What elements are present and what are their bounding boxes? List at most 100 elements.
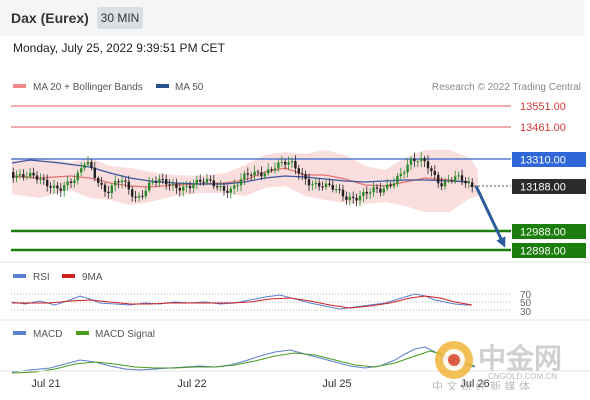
candle-body	[32, 172, 35, 176]
candle-body	[454, 176, 457, 182]
candle-body	[49, 186, 52, 188]
candle-body	[229, 188, 232, 193]
candle-body	[331, 184, 334, 190]
candle-body	[358, 196, 362, 201]
candle-body	[335, 189, 338, 191]
candle-body	[318, 182, 321, 187]
candle-body	[396, 176, 399, 184]
candle-body	[467, 182, 470, 184]
candle-body	[256, 171, 260, 173]
candle-body	[243, 173, 246, 180]
candle-body	[314, 182, 317, 185]
candle-body	[328, 183, 331, 185]
x-tick-jul22: Jul 22	[177, 378, 206, 390]
candle-body	[212, 180, 215, 187]
candle-body	[389, 184, 392, 187]
chart-card: Dax (Eurex) 30 MIN Monday, July 25, 2022…	[0, 0, 590, 400]
candle-body	[273, 168, 277, 171]
candle-body	[375, 187, 379, 189]
candle-body	[304, 174, 307, 180]
candle-body	[307, 179, 311, 186]
candle-body	[114, 181, 117, 186]
candle-body	[151, 181, 154, 183]
candle-body	[199, 179, 202, 182]
candle-body	[131, 189, 134, 197]
candle-body	[267, 169, 270, 174]
watermark-tagline: 中 文 财 经 新 媒 体	[432, 379, 530, 390]
level-label-pivot: 13310.00	[520, 155, 566, 167]
forecast-arrow	[474, 185, 506, 248]
candle-body	[443, 180, 447, 187]
instrument-title: Dax (Eurex)	[11, 10, 89, 26]
candle-body	[42, 178, 45, 180]
candle-body	[117, 181, 120, 183]
candle-body	[399, 173, 402, 177]
candle-body	[324, 183, 328, 188]
candle-body	[301, 173, 304, 175]
candle-body	[216, 186, 219, 188]
candle-body	[86, 161, 90, 165]
candle-body	[192, 184, 195, 189]
candle-body	[447, 180, 450, 182]
x-tick-jul25: Jul 25	[322, 378, 351, 390]
candle-body	[372, 187, 375, 193]
candle-body	[219, 186, 222, 188]
candle-body	[277, 162, 280, 169]
ma20-legend-label: MA 20 + Bollinger Bands	[33, 82, 143, 93]
candle-body	[205, 179, 209, 183]
level-label-r1: 13551.00	[520, 101, 566, 113]
candle-body	[107, 191, 110, 194]
candle-body	[297, 168, 300, 174]
candle-body	[437, 174, 440, 184]
candle-body	[148, 182, 151, 191]
candle-body	[433, 171, 436, 175]
candle-body	[382, 188, 385, 193]
candle-body	[134, 196, 137, 198]
macd-legend-label: MACD	[33, 329, 62, 340]
candle-body	[386, 184, 389, 189]
candle-body	[97, 178, 100, 183]
candle-body	[29, 172, 32, 177]
candle-body	[12, 172, 15, 178]
candle-body	[175, 183, 178, 188]
candle-body	[209, 179, 212, 181]
candle-body	[127, 181, 130, 190]
candle-body	[233, 185, 236, 189]
candle-body	[338, 189, 341, 191]
ma50-legend-swatch	[156, 84, 169, 88]
candle-body	[195, 179, 198, 185]
candle-body	[294, 161, 297, 169]
candle-body	[144, 190, 147, 197]
candle-body	[440, 183, 443, 187]
candle-body	[413, 158, 416, 162]
candle-body	[100, 182, 103, 185]
rsi-ma-legend-swatch	[62, 274, 75, 278]
candle-body	[263, 173, 266, 177]
candle-body	[280, 161, 283, 163]
candle-body	[471, 182, 474, 188]
candle-body	[270, 169, 273, 171]
candle-body	[416, 161, 419, 163]
timeframe-button[interactable]: 30 MIN	[97, 7, 143, 29]
macd-legend-swatch	[13, 331, 26, 335]
candle-body	[103, 184, 107, 192]
candle-body	[63, 185, 66, 191]
ma50-legend-label: MA 50	[175, 82, 204, 93]
chart-header: Dax (Eurex) 30 MIN	[0, 0, 584, 36]
level-label-last: 13188.00	[520, 182, 566, 194]
candle-body	[120, 180, 124, 183]
candle-body	[341, 189, 345, 197]
candle-body	[464, 180, 467, 184]
candle-body	[457, 175, 460, 177]
candle-body	[158, 178, 161, 183]
candle-body	[311, 184, 314, 186]
candle-body	[39, 178, 42, 180]
candle-body	[426, 161, 430, 169]
candle-body	[450, 180, 453, 182]
level-label-s2: 12898.00	[520, 246, 566, 258]
candle-body	[76, 172, 79, 181]
macd-signal-legend-label: MACD Signal	[95, 329, 155, 340]
candle-body	[182, 186, 185, 191]
rsi-legend-label: RSI	[33, 272, 50, 283]
candle-body	[222, 186, 226, 191]
